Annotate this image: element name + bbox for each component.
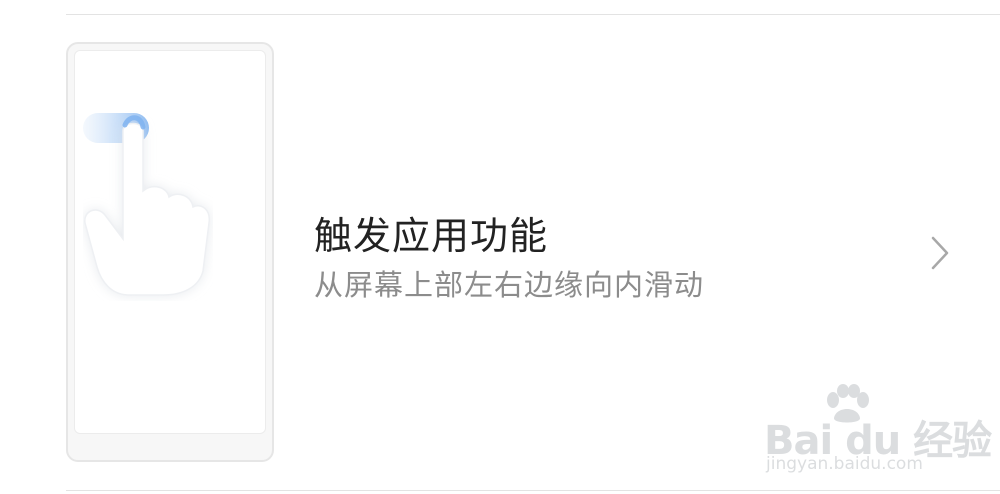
- setting-title: 触发应用功能: [314, 214, 549, 258]
- swipe-hand-icon: [83, 113, 210, 296]
- phone-illustration: [66, 42, 274, 462]
- phone-screen: [74, 50, 266, 434]
- setting-subtitle: 从屏幕上部左右边缘向内滑动: [314, 268, 705, 302]
- bottom-divider: [66, 490, 1000, 491]
- watermark-url: jingyan.baidu.com: [766, 454, 923, 474]
- baidu-jingyan-watermark: Bai du 经验 jingyan.baidu.com: [764, 384, 992, 484]
- settings-page: 触发应用功能 从屏幕上部左右边缘向内滑动 Bai du 经验 jingyan.b…: [0, 0, 1000, 494]
- chevron-right-icon[interactable]: [928, 234, 952, 272]
